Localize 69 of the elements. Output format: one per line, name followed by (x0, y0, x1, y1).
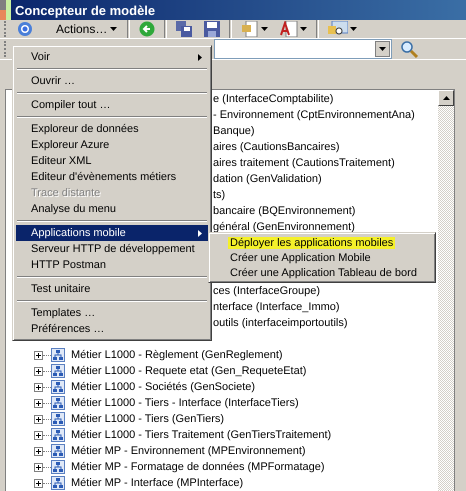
caret-icon (261, 27, 268, 31)
up-arrow-icon (442, 96, 450, 100)
expand-icon[interactable] (34, 462, 43, 472)
caret-icon (110, 27, 118, 31)
tree-item[interactable]: Métier L1000 - Tiers Traitement (GenTiersTraitement) (71, 429, 332, 441)
network-icon (51, 460, 65, 474)
menu-item[interactable]: Compiler tout … (16, 97, 208, 113)
menu-item[interactable]: Editeur d'évènements métiers (16, 169, 208, 185)
expand-icon[interactable] (34, 398, 43, 408)
menu-item[interactable]: Exploreur de données (16, 121, 208, 137)
menu-item[interactable]: Exploreur Azure (16, 137, 208, 153)
menu-item[interactable]: Préférences … (16, 321, 208, 337)
menu-item[interactable]: Créer une Application Mobile (212, 250, 432, 265)
tree-item[interactable]: e (InterfaceComptabilite) (213, 93, 334, 105)
expand-icon[interactable] (34, 414, 43, 424)
actions-button[interactable]: Actions… (52, 22, 122, 36)
menu-item[interactable]: Editeur XML (16, 153, 208, 169)
caret-icon (300, 27, 308, 31)
tree-item[interactable]: Métier L1000 - Règlement (GenReglement) (71, 349, 283, 361)
arrow-icon (198, 230, 202, 236)
network-icon (51, 380, 65, 394)
network-icon (51, 444, 65, 458)
menu-item[interactable]: HTTP Postman (16, 257, 208, 273)
menu-item[interactable]: Applications mobile (16, 225, 208, 241)
tree-item[interactable]: bancaire (BQEnvironnement) (213, 205, 356, 217)
network-icon (51, 396, 65, 410)
menu-item[interactable]: Voir (16, 49, 208, 65)
tree-item[interactable]: aires traitement (CautionsTraitement) (213, 157, 395, 169)
network-icon (51, 348, 65, 362)
scrollbar[interactable] (438, 90, 454, 491)
menu-item[interactable]: Templates … (16, 305, 208, 321)
tree-item[interactable]: Métier L1000 - Requete etat (Gen_RequeteEtat) (71, 365, 306, 377)
arrow-icon (198, 54, 202, 60)
expand-icon[interactable] (34, 430, 43, 440)
tree-item[interactable]: Métier L1000 - Sociétés (GenSociete) (71, 381, 256, 393)
expand-icon[interactable] (34, 382, 43, 392)
scroll-up-button[interactable] (438, 90, 454, 106)
menu-item[interactable]: Serveur HTTP de développement (16, 241, 208, 257)
combo-field[interactable] (214, 39, 392, 59)
network-icon (51, 364, 65, 378)
tree-item[interactable]: Métier MP - Interface (MPInterface) (71, 477, 244, 489)
tree-item[interactable]: Métier L1000 - Tiers (GenTiers) (71, 413, 224, 425)
dropdown-button[interactable] (375, 41, 390, 57)
network-icon (51, 428, 65, 442)
tree-item[interactable]: Métier L1000 - Tiers - Interface (InterfaceTiers) (71, 397, 299, 409)
caret-icon (379, 47, 386, 51)
tree-item[interactable]: Métier MP - Formatage de données (MPFormatage) (71, 461, 325, 473)
expand-icon[interactable] (34, 366, 43, 376)
expand-icon[interactable] (34, 446, 43, 456)
menu-item[interactable]: Analyse du menu (16, 201, 208, 217)
menu-item[interactable]: Créer une Application Tableau de bord (212, 265, 432, 280)
tree-item[interactable]: - Environnement (CptEnvironnementAna) (213, 109, 415, 121)
tree-item[interactable]: ces (InterfaceGroupe) (213, 285, 320, 297)
expand-icon[interactable] (34, 478, 43, 488)
network-icon (51, 412, 65, 426)
window-title: Concepteur de modèle (15, 2, 156, 18)
tree-item[interactable]: nterface (Interface_Immo) (213, 301, 340, 313)
caret-icon (350, 27, 358, 31)
tree-item[interactable]: Banque) (213, 125, 255, 137)
tree-item[interactable]: général (GenEnvironnement) (213, 221, 355, 233)
tree-item[interactable]: ts) (213, 189, 226, 201)
expand-icon[interactable] (34, 350, 43, 360)
tree-item[interactable]: outils (interfaceimportoutils) (213, 317, 348, 329)
network-icon (51, 476, 65, 490)
tree-item[interactable]: Métier MP - Environnement (MPEnvironnement) (71, 445, 306, 457)
menu-item[interactable]: Ouvrir … (16, 73, 208, 89)
tree-item[interactable]: dation (GenValidation) (213, 173, 322, 185)
tree-item[interactable]: aires (CautionsBancaires) (213, 141, 340, 153)
menu-item[interactable]: Test unitaire (16, 281, 208, 297)
